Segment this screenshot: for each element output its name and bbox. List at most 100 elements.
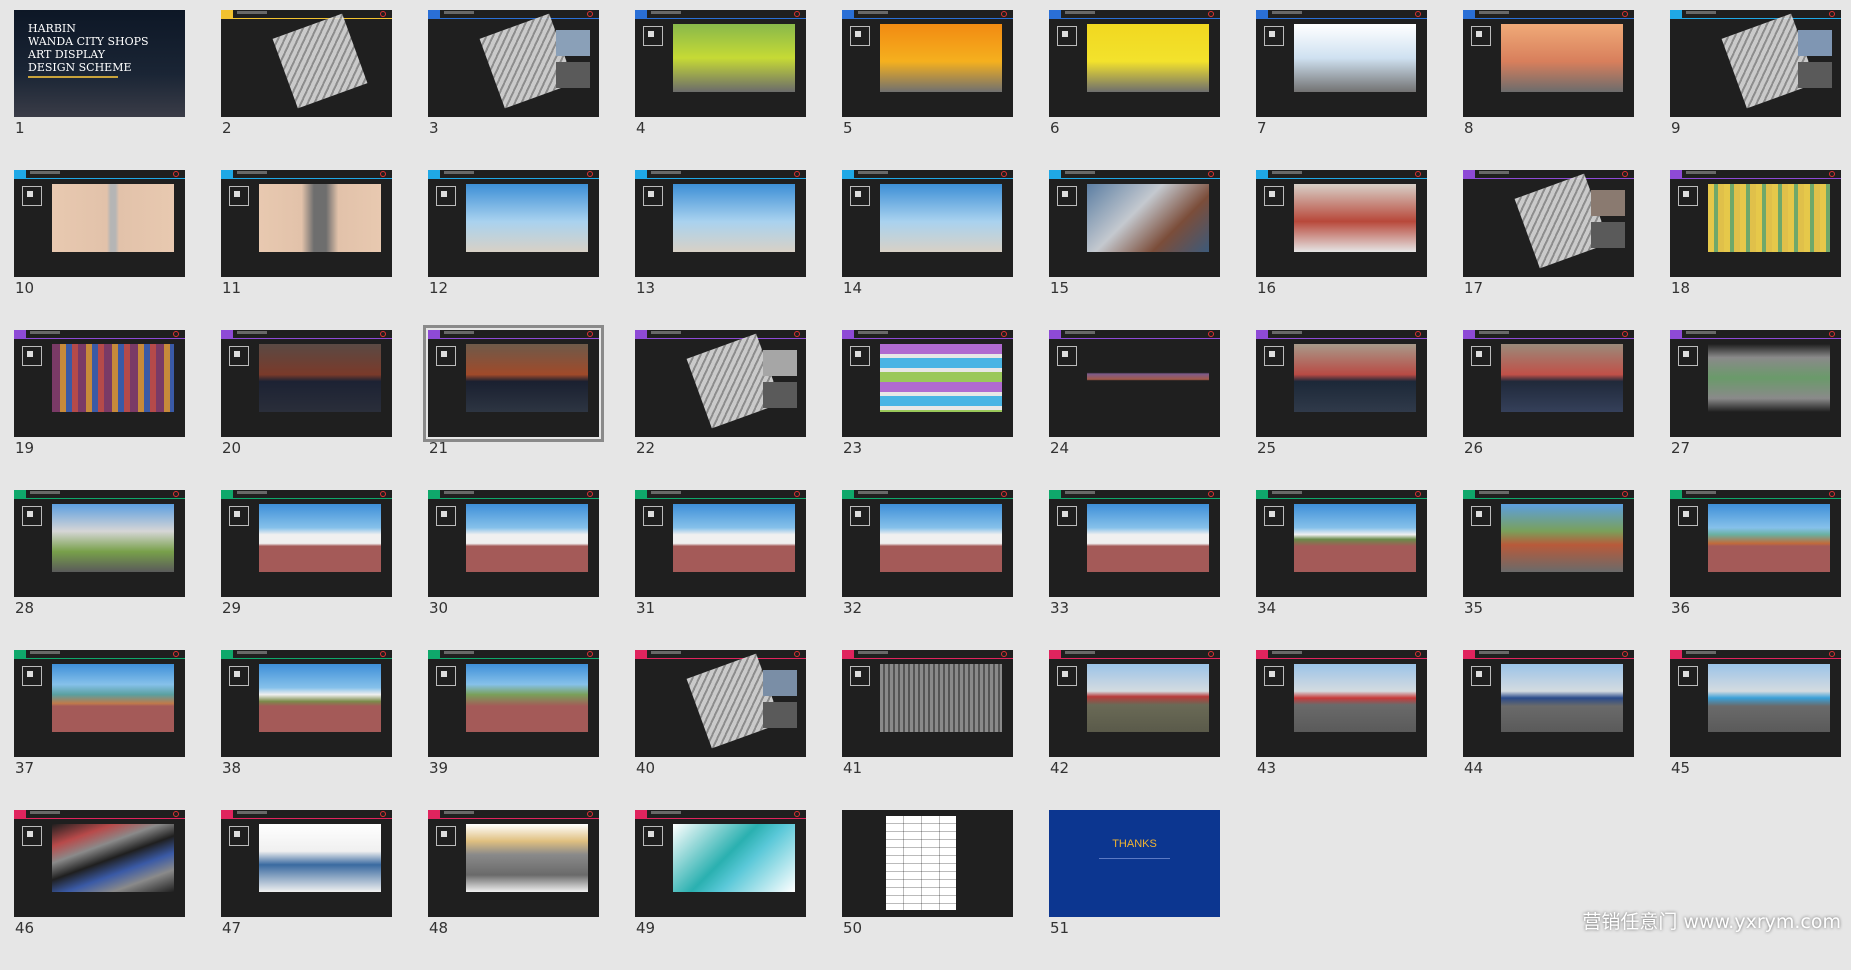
slide-cell[interactable]: THANKS 51 — [1049, 810, 1220, 960]
slide-cell[interactable]: 2 — [221, 10, 392, 160]
slide-cell[interactable]: 39 — [428, 650, 599, 800]
slide-thumbnail[interactable] — [842, 330, 1013, 437]
slide-thumbnail[interactable] — [1049, 650, 1220, 757]
slide-thumbnail[interactable] — [1256, 650, 1427, 757]
slide-thumbnail[interactable] — [635, 810, 806, 917]
slide-cell[interactable]: 31 — [635, 490, 806, 640]
slide-cell[interactable]: 24 — [1049, 330, 1220, 480]
slide-cell[interactable]: 34 — [1256, 490, 1427, 640]
slide-thumbnail[interactable] — [842, 650, 1013, 757]
slide-thumbnail[interactable] — [1463, 330, 1634, 437]
slide-thumbnail[interactable] — [1256, 330, 1427, 437]
slide-thumbnail[interactable] — [1670, 490, 1841, 597]
slide-thumbnail[interactable] — [428, 810, 599, 917]
slide-thumbnail[interactable] — [1463, 650, 1634, 757]
slide-thumbnail[interactable] — [1256, 490, 1427, 597]
slide-thumbnail[interactable] — [221, 810, 392, 917]
slide-cell[interactable]: 14 — [842, 170, 1013, 320]
slide-cell[interactable]: 49 — [635, 810, 806, 960]
slide-cell[interactable]: 47 — [221, 810, 392, 960]
slide-cell[interactable]: 40 — [635, 650, 806, 800]
slide-thumbnail[interactable] — [1049, 490, 1220, 597]
slide-cell[interactable]: 17 — [1463, 170, 1634, 320]
slide-thumbnail[interactable] — [635, 170, 806, 277]
slide-cell[interactable]: 36 — [1670, 490, 1841, 640]
slide-thumbnail[interactable] — [14, 170, 185, 277]
slide-thumbnail[interactable] — [428, 650, 599, 757]
slide-cell[interactable]: 7 — [1256, 10, 1427, 160]
slide-cell[interactable]: 44 — [1463, 650, 1634, 800]
slide-thumbnail[interactable] — [221, 490, 392, 597]
slide-thumbnail[interactable] — [423, 325, 604, 442]
slide-thumbnail[interactable] — [635, 330, 806, 437]
slide-thumbnail[interactable] — [842, 170, 1013, 277]
slide-thumbnail[interactable] — [1256, 170, 1427, 277]
slide-thumbnail[interactable] — [221, 10, 392, 117]
slide-thumbnail[interactable] — [14, 330, 185, 437]
slide-thumbnail[interactable] — [1049, 330, 1220, 437]
slide-cell[interactable]: 45 — [1670, 650, 1841, 800]
slide-cell[interactable]: 4 — [635, 10, 806, 160]
slide-thumbnail[interactable] — [842, 490, 1013, 597]
slide-cell[interactable]: 35 — [1463, 490, 1634, 640]
slide-cell[interactable]: 38 — [221, 650, 392, 800]
slide-thumbnail[interactable] — [14, 650, 185, 757]
slide-cell[interactable]: 22 — [635, 330, 806, 480]
slide-thumbnail[interactable] — [635, 10, 806, 117]
slide-thumbnail[interactable] — [1049, 10, 1220, 117]
slide-cell[interactable]: 21 — [423, 325, 604, 480]
slide-thumbnail[interactable] — [1670, 170, 1841, 277]
slide-thumbnail[interactable] — [1256, 10, 1427, 117]
slide-cell[interactable]: 29 — [221, 490, 392, 640]
slide-cell[interactable]: 37 — [14, 650, 185, 800]
slide-thumbnail[interactable] — [1670, 650, 1841, 757]
slide-thumbnail[interactable] — [1670, 10, 1841, 117]
slide-cell[interactable]: 48 — [428, 810, 599, 960]
slide-cell[interactable]: 43 — [1256, 650, 1427, 800]
slide-cell[interactable]: 26 — [1463, 330, 1634, 480]
slide-cell[interactable]: 15 — [1049, 170, 1220, 320]
slide-cell[interactable]: 25 — [1256, 330, 1427, 480]
slide-thumbnail[interactable] — [842, 10, 1013, 117]
slide-cell[interactable]: 13 — [635, 170, 806, 320]
slide-cell[interactable]: 19 — [14, 330, 185, 480]
slide-thumbnail[interactable] — [428, 490, 599, 597]
slide-cell[interactable]: 11 — [221, 170, 392, 320]
slide-cell[interactable]: 23 — [842, 330, 1013, 480]
slide-thumbnail[interactable] — [428, 170, 599, 277]
slide-thumbnail[interactable] — [221, 170, 392, 277]
slide-cell[interactable]: 46 — [14, 810, 185, 960]
slide-cell[interactable]: 28 — [14, 490, 185, 640]
slide-cell[interactable]: 50 — [842, 810, 1013, 960]
slide-thumbnail[interactable] — [1670, 330, 1841, 437]
slide-thumbnail[interactable] — [428, 10, 599, 117]
slide-cell[interactable]: 42 — [1049, 650, 1220, 800]
slide-cell[interactable]: 33 — [1049, 490, 1220, 640]
slide-thumbnail[interactable] — [221, 650, 392, 757]
slide-thumbnail[interactable] — [842, 810, 1013, 917]
slide-cell[interactable]: 8 — [1463, 10, 1634, 160]
slide-thumbnail[interactable] — [221, 330, 392, 437]
slide-thumbnail[interactable]: HARBIN WANDA CITY SHOPS ART DISPLAY DESI… — [14, 10, 185, 117]
slide-cell[interactable]: 10 — [14, 170, 185, 320]
slide-thumbnail[interactable] — [1463, 170, 1634, 277]
slide-thumbnail[interactable] — [1049, 170, 1220, 277]
slide-cell[interactable]: HARBIN WANDA CITY SHOPS ART DISPLAY DESI… — [14, 10, 185, 160]
slide-cell[interactable]: 9 — [1670, 10, 1841, 160]
slide-cell[interactable]: 18 — [1670, 170, 1841, 320]
slide-cell[interactable]: 3 — [428, 10, 599, 160]
slide-thumbnail[interactable] — [1463, 10, 1634, 117]
slide-cell[interactable]: 20 — [221, 330, 392, 480]
slide-thumbnail[interactable] — [14, 810, 185, 917]
slide-cell[interactable]: 27 — [1670, 330, 1841, 480]
slide-thumbnail[interactable]: THANKS — [1049, 810, 1220, 917]
slide-thumbnail[interactable] — [635, 490, 806, 597]
slide-cell[interactable]: 5 — [842, 10, 1013, 160]
slide-cell[interactable]: 16 — [1256, 170, 1427, 320]
slide-thumbnail[interactable] — [14, 490, 185, 597]
slide-cell[interactable]: 30 — [428, 490, 599, 640]
slide-thumbnail[interactable] — [635, 650, 806, 757]
slide-thumbnail[interactable] — [1463, 490, 1634, 597]
slide-cell[interactable]: 41 — [842, 650, 1013, 800]
slide-cell[interactable]: 32 — [842, 490, 1013, 640]
